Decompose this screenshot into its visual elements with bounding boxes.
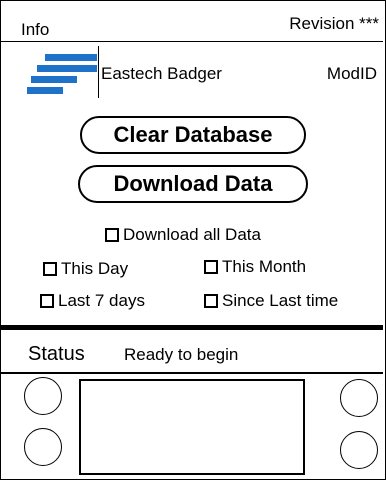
checkbox-label: This Day — [61, 259, 129, 278]
revision-label: Revision *** — [289, 14, 379, 33]
clear-database-button[interactable]: Clear Database — [80, 116, 306, 154]
brand-row: Eastech Badger ModID — [1, 42, 383, 104]
checkbox-label: Last 7 days — [58, 291, 145, 310]
status-text: Ready to begin — [124, 345, 239, 364]
page-title: Info — [21, 20, 50, 39]
mod-id-label: ModID — [326, 64, 377, 83]
checkbox-label: This Month — [222, 257, 307, 276]
soft-key-bottom-left[interactable] — [24, 428, 62, 466]
status-label: Status — [28, 343, 85, 365]
checkbox-box[interactable] — [43, 262, 57, 276]
checkbox-label: Since Last time — [222, 291, 339, 310]
logo-divider — [98, 46, 99, 98]
checkbox-label: Download all Data — [123, 225, 261, 244]
header-bar: Info Revision *** — [1, 1, 383, 42]
section-divider — [1, 325, 383, 330]
this-month-checkbox[interactable]: This Month — [204, 257, 306, 277]
download-all-checkbox[interactable]: Download all Data — [105, 225, 261, 245]
soft-key-top-left[interactable] — [24, 377, 62, 415]
status-divider — [1, 372, 383, 374]
since-last-time-checkbox[interactable]: Since Last time — [204, 291, 338, 311]
download-data-button[interactable]: Download Data — [78, 165, 308, 203]
checkbox-box[interactable] — [105, 228, 119, 242]
soft-key-bottom-right[interactable] — [340, 431, 378, 469]
brand-name: Eastech Badger — [101, 64, 222, 83]
soft-key-top-right[interactable] — [340, 379, 378, 417]
this-day-checkbox[interactable]: This Day — [43, 259, 128, 279]
eastech-logo-icon — [27, 54, 97, 94]
device-display — [79, 379, 305, 475]
checkbox-box[interactable] — [40, 294, 54, 308]
checkbox-box[interactable] — [204, 294, 218, 308]
checkbox-box[interactable] — [204, 260, 218, 274]
last-7-days-checkbox[interactable]: Last 7 days — [40, 291, 145, 311]
